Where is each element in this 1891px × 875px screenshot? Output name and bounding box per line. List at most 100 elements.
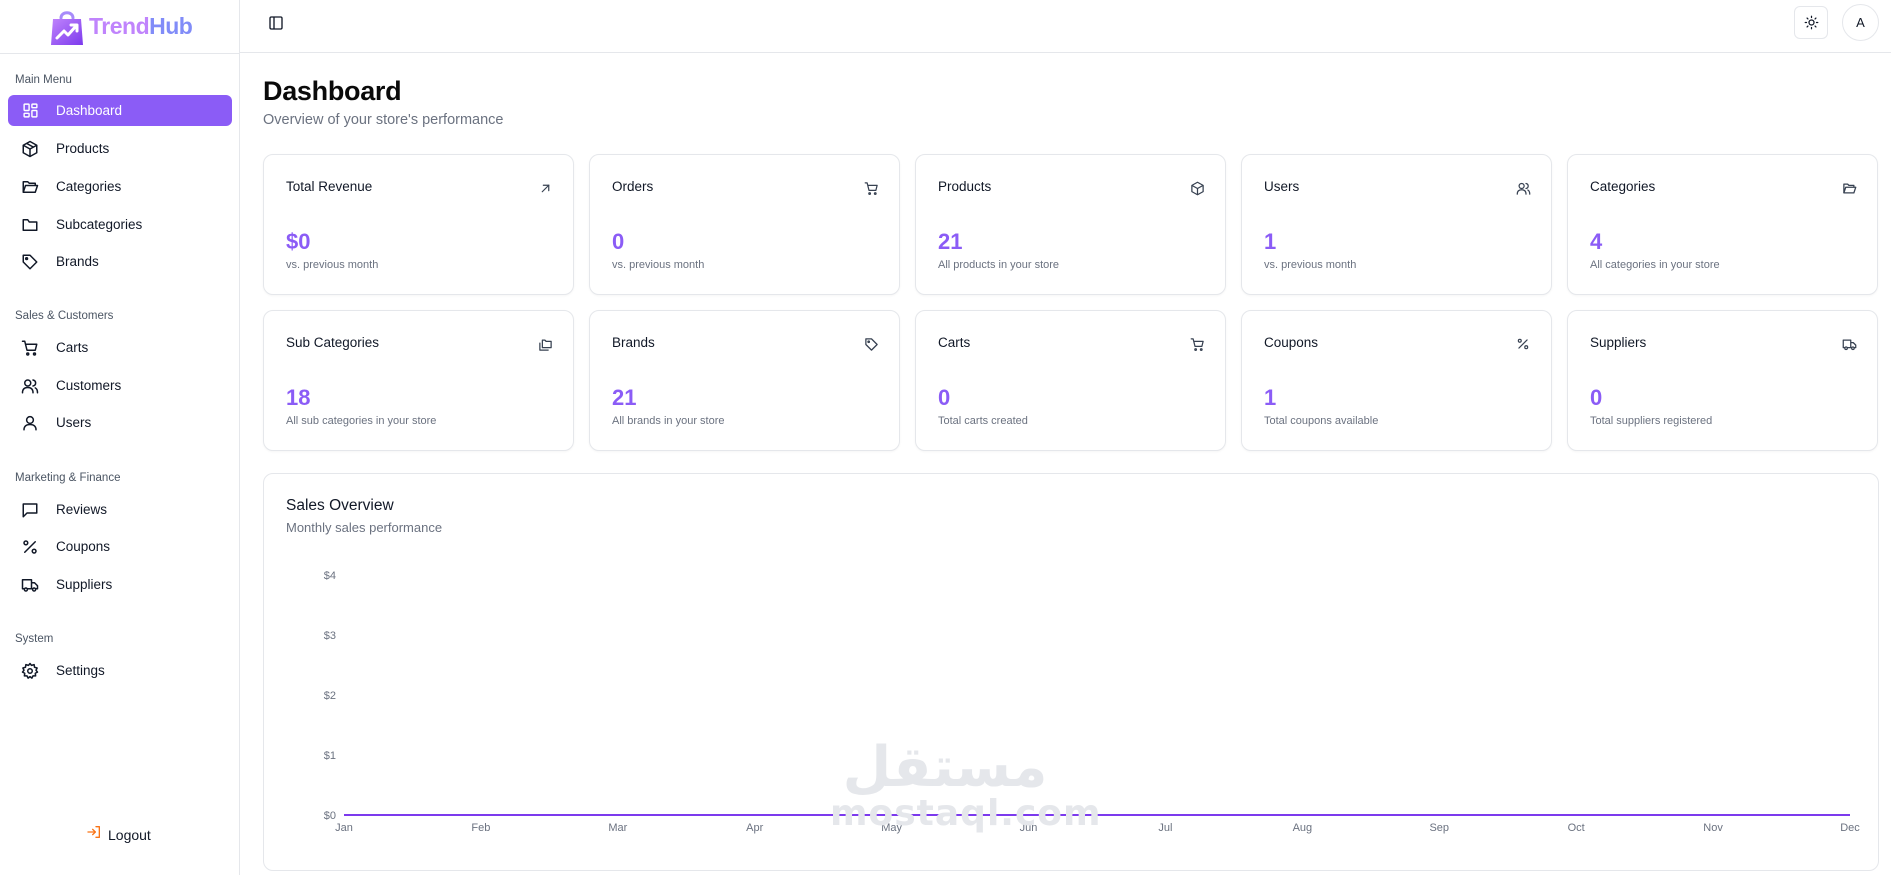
sidebar-item-label: Dashboard (56, 103, 123, 118)
y-tick-label: $3 (324, 630, 336, 642)
stat-card-title: Products (938, 179, 992, 194)
x-tick-label: May (881, 822, 902, 834)
sidebar-item-label: Customers (56, 378, 122, 393)
sidebar-item-label: Subcategories (56, 217, 143, 232)
sidebar-item-products[interactable]: Products (8, 133, 232, 164)
sidebar-item-brands[interactable]: Brands (8, 246, 232, 277)
cart-icon (1189, 336, 1205, 352)
sidebar-toggle-button[interactable] (266, 13, 286, 33)
package-icon (20, 139, 40, 159)
sidebar-item-reviews[interactable]: Reviews (8, 494, 232, 525)
x-tick-label: Mar (608, 822, 627, 834)
sidebar-item-label: Carts (56, 340, 89, 355)
sidebar-item-carts[interactable]: Carts (8, 332, 232, 363)
stat-card-subtext: All products in your store (938, 259, 1060, 271)
gear-icon (20, 661, 40, 681)
stat-card-subtext: Total carts created (938, 415, 1028, 427)
stat-card-brands: Brands 21 All brands in your store (589, 310, 900, 451)
users-icon (1515, 180, 1531, 196)
stat-card-suppliers: Suppliers 0 Total suppliers registered (1567, 310, 1878, 451)
stat-card-value: 21 (938, 229, 963, 254)
x-tick-label: Jan (335, 822, 353, 834)
users-icon (20, 376, 40, 396)
sidebar-item-label: Brands (56, 254, 99, 269)
stat-card-title: Brands (612, 335, 655, 350)
folder-open-icon (1841, 180, 1857, 196)
brand-logo[interactable]: TrendHub (0, 0, 239, 54)
topbar: A (240, 0, 1891, 53)
y-tick-label: $0 (324, 810, 336, 822)
stat-card-value: $0 (286, 229, 311, 254)
x-tick-label: Aug (1293, 822, 1313, 834)
panel-left-icon (269, 16, 283, 30)
sidebar-item-label: Users (56, 415, 92, 430)
sidebar-item-label: Categories (56, 179, 122, 194)
x-tick-label: Jul (1158, 822, 1172, 834)
sidebar-item-suppliers[interactable]: Suppliers (8, 569, 232, 600)
folder-open-icon (20, 177, 40, 197)
sidebar-item-users[interactable]: Users (8, 407, 232, 438)
stat-card-products: Products 21 All products in your store (915, 154, 1226, 295)
stat-card-users: Users 1 vs. previous month (1241, 154, 1552, 295)
percent-icon (1515, 336, 1531, 352)
stat-card-value: 1 (1264, 229, 1277, 254)
sidebar-item-label: Suppliers (56, 577, 113, 592)
sales-overview-card: Sales Overview Monthly sales performance… (263, 473, 1879, 871)
sidebar-item-categories[interactable]: Categories (8, 171, 232, 202)
logout-icon (86, 824, 102, 845)
package-icon (1189, 180, 1205, 196)
stat-card-title: Coupons (1264, 335, 1319, 350)
stat-card-orders: Orders 0 vs. previous month (589, 154, 900, 295)
theme-toggle-button[interactable] (1794, 6, 1828, 39)
y-tick-label: $1 (324, 750, 336, 762)
sun-icon (1804, 15, 1818, 30)
brand-name-part1: Trend (89, 13, 150, 39)
stat-card-title: Sub Categories (286, 335, 380, 350)
message-square-icon (20, 500, 40, 520)
stat-card-subtext: All categories in your store (1590, 259, 1720, 271)
stat-card-value: 0 (612, 229, 625, 254)
brand-name: TrendHub (89, 13, 193, 40)
stat-card-subtext: vs. previous month (1264, 259, 1357, 271)
stat-card-subtext: Total coupons available (1264, 415, 1379, 427)
sidebar-item-label: Settings (56, 663, 105, 678)
stat-card-subtext: All brands in your store (612, 415, 725, 427)
sidebar-item-dashboard[interactable]: Dashboard (8, 95, 232, 126)
stat-card-value: 0 (938, 385, 951, 410)
brand-name-part2: Hub (149, 13, 193, 39)
sidebar-item-customers[interactable]: Customers (8, 370, 232, 401)
stat-card-value: 1 (1264, 385, 1277, 410)
section-label-main-menu: Main Menu (15, 74, 72, 86)
sidebar-item-label: Coupons (56, 539, 111, 554)
section-label-marketing-finance: Marketing & Finance (15, 472, 121, 484)
arrow-up-right-icon (537, 180, 553, 196)
stat-card-total-revenue: Total Revenue $0 vs. previous month (263, 154, 574, 295)
page-title: Dashboard (263, 76, 402, 106)
x-tick-label: Feb (471, 822, 490, 834)
sidebar-item-settings[interactable]: Settings (8, 655, 232, 686)
logout-button[interactable]: Logout (86, 824, 151, 845)
cart-icon (863, 180, 879, 196)
percent-icon (20, 537, 40, 557)
sidebar: TrendHub Main Menu Dashboard Products Ca… (0, 0, 240, 875)
stat-card-title: Users (1264, 179, 1300, 194)
truck-icon (1841, 336, 1857, 352)
stat-card-value: 18 (286, 385, 311, 410)
stat-card-title: Suppliers (1590, 335, 1647, 350)
sidebar-item-subcategories[interactable]: Subcategories (8, 209, 232, 240)
stat-card-value: 4 (1590, 229, 1603, 254)
shopping-bag-logo-icon (51, 10, 83, 45)
sales-line-chart: $0 $1 $2 $3 $4 Jan Feb Mar Apr May Jun Jul Aug Sep Oct… (324, 570, 1861, 834)
dashboard-grid-icon (20, 101, 40, 121)
y-tick-label: $2 (324, 690, 336, 702)
x-tick-label: Apr (746, 822, 763, 834)
stat-card-value: 0 (1590, 385, 1603, 410)
stat-card-value: 21 (612, 385, 637, 410)
avatar[interactable]: A (1842, 4, 1879, 41)
sidebar-item-coupons[interactable]: Coupons (8, 531, 232, 562)
stat-card-title: Total Revenue (286, 179, 373, 194)
stat-card-title: Carts (938, 335, 971, 350)
stat-card-categories: Categories 4 All categories in your stor… (1567, 154, 1878, 295)
stat-card-carts: Carts 0 Total carts created (915, 310, 1226, 451)
x-tick-label: Sep (1429, 822, 1449, 834)
